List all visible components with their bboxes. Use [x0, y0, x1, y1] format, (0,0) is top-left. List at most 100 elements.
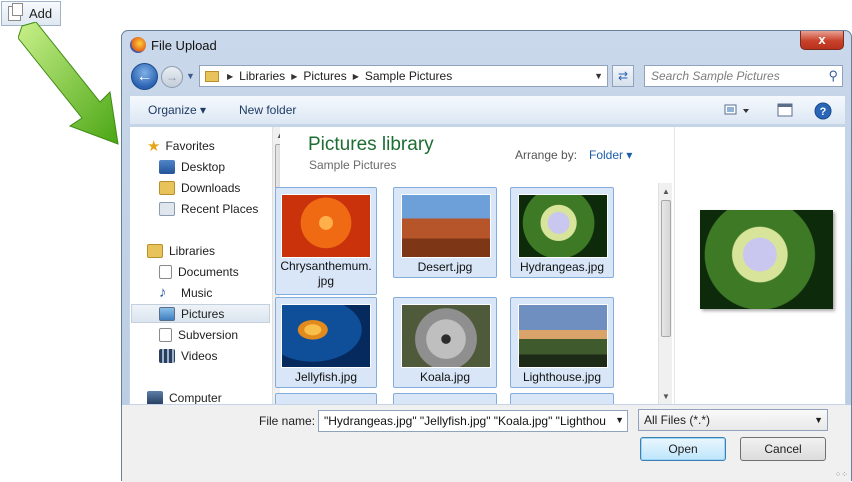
file-tile-partial[interactable]: [510, 393, 614, 404]
sidebar-label: Videos: [181, 348, 218, 363]
command-bar: Organize ▾ New folder ?: [129, 95, 846, 125]
breadcrumb-sample-pictures[interactable]: Sample Pictures: [365, 69, 452, 83]
add-file-icon: [8, 3, 23, 21]
file-type-dropdown-icon[interactable]: ▼: [814, 415, 823, 425]
preview-pane-icon[interactable]: [777, 102, 793, 121]
sidebar-label: Computer: [169, 390, 222, 405]
library-subtitle: Sample Pictures: [309, 158, 397, 172]
forward-button[interactable]: →: [161, 66, 183, 88]
chevron-right-icon[interactable]: ▶: [291, 72, 297, 81]
chevron-right-icon[interactable]: ▶: [353, 72, 359, 81]
subversion-icon: [159, 327, 172, 342]
hydrangeas-thumbnail: [518, 194, 608, 258]
search-icon[interactable]: ⚲: [828, 68, 838, 84]
videos-icon: [159, 348, 175, 363]
sidebar-item-computer[interactable]: Computer: [147, 388, 222, 405]
file-tile-partial[interactable]: [393, 393, 497, 404]
file-tile-lighthouse[interactable]: Lighthouse.jpg: [510, 297, 614, 388]
file-name-dropdown-icon[interactable]: ▼: [615, 415, 624, 425]
close-button[interactable]: x: [800, 31, 844, 50]
sidebar-item-favorites[interactable]: ★ Favorites: [147, 136, 215, 155]
sidebar-item-libraries[interactable]: Libraries: [147, 241, 215, 260]
browser-area: ★ Favorites Desktop Downloads Recent Pla…: [129, 126, 846, 405]
file-name-combobox[interactable]: ▼: [318, 410, 628, 432]
open-button[interactable]: Open: [640, 437, 726, 461]
file-upload-dialog: File Upload x ← → ▼ ▶ Libraries ▶ Pictur…: [121, 30, 852, 482]
sidebar-item-desktop[interactable]: Desktop: [159, 157, 225, 176]
sidebar-item-recent-places[interactable]: Recent Places: [159, 199, 258, 218]
address-bar[interactable]: ▶ Libraries ▶ Pictures ▶ Sample Pictures…: [199, 65, 608, 87]
file-name: Chrysanthemum. jpg: [280, 259, 372, 288]
file-name-label: File name:: [259, 414, 316, 428]
sidebar-item-pictures[interactable]: Pictures: [131, 304, 270, 323]
desert-thumbnail: [401, 194, 491, 258]
breadcrumb-libraries[interactable]: Libraries: [239, 69, 285, 83]
chevron-right-icon[interactable]: ▶: [227, 72, 233, 81]
chrysanthemum-thumbnail: [281, 194, 371, 258]
file-tile-chrysanthemum[interactable]: Chrysanthemum. jpg: [275, 187, 377, 295]
file-list: Pictures library Sample Pictures Arrange…: [275, 127, 660, 404]
firefox-icon: [130, 37, 146, 53]
file-tile-partial[interactable]: [275, 393, 377, 404]
title-bar: File Upload x: [122, 31, 851, 59]
file-name: Desert.jpg: [417, 260, 473, 274]
jellyfish-thumbnail: [281, 304, 371, 368]
file-name-bar: File name: ▼ All Files (*.*) ▼ Open Canc…: [122, 405, 851, 482]
refresh-button[interactable]: ⇄: [612, 65, 634, 87]
documents-icon: [159, 264, 172, 279]
pictures-icon: [159, 306, 175, 321]
scroll-down-icon[interactable]: ▼: [662, 392, 670, 401]
file-type-value: All Files (*.*): [644, 413, 711, 427]
breadcrumb-pictures[interactable]: Pictures: [303, 69, 346, 83]
navigation-bar: ← → ▼ ▶ Libraries ▶ Pictures ▶ Sample Pi…: [122, 61, 851, 91]
arrange-by-label: Arrange by:: [515, 148, 578, 162]
arrange-by-dropdown[interactable]: Folder ▾: [589, 148, 632, 162]
search-box[interactable]: ⚲: [644, 65, 843, 87]
folder-icon: [205, 70, 219, 82]
organize-button[interactable]: Organize ▾: [148, 103, 206, 117]
scroll-thumb[interactable]: [661, 200, 671, 337]
computer-icon: [147, 390, 163, 404]
pointer-arrow: [18, 22, 119, 145]
sidebar-item-downloads[interactable]: Downloads: [159, 178, 240, 197]
library-title: Pictures library: [308, 134, 434, 155]
sidebar-item-videos[interactable]: Videos: [159, 346, 217, 365]
file-name: Lighthouse.jpg: [522, 370, 602, 384]
sidebar-item-subversion[interactable]: Subversion: [159, 325, 238, 344]
dialog-title: File Upload: [151, 38, 217, 53]
file-tile-koala[interactable]: Koala.jpg: [393, 297, 497, 388]
sidebar-label: Desktop: [181, 159, 226, 174]
preview-image: [700, 210, 833, 309]
change-view-button[interactable]: [724, 102, 754, 121]
music-icon: ♪: [159, 284, 167, 301]
sidebar-label: Favorites: [165, 138, 215, 153]
file-name-input[interactable]: [322, 412, 612, 430]
koala-thumbnail: [401, 304, 491, 368]
add-button-label: Add: [29, 6, 53, 21]
arrange-by-value: Folder: [589, 148, 624, 162]
sidebar-item-documents[interactable]: Documents: [159, 262, 239, 281]
cancel-button[interactable]: Cancel: [740, 437, 826, 461]
file-tile-desert[interactable]: Desert.jpg: [393, 187, 497, 278]
file-type-select[interactable]: All Files (*.*) ▼: [638, 409, 828, 431]
file-tile-jellyfish[interactable]: Jellyfish.jpg: [275, 297, 377, 388]
recent-locations-dropdown-icon[interactable]: ▼: [186, 71, 195, 81]
desktop-icon: [159, 159, 175, 174]
sidebar-label: Subversion: [178, 327, 239, 342]
file-list-scrollbar[interactable]: ▲ ▼: [658, 183, 672, 404]
file-name: Hydrangeas.jpg: [519, 260, 605, 274]
file-tile-hydrangeas[interactable]: Hydrangeas.jpg: [510, 187, 614, 278]
back-button[interactable]: ←: [131, 63, 158, 90]
search-input[interactable]: [649, 67, 819, 85]
new-folder-button[interactable]: New folder: [239, 103, 296, 117]
lighthouse-thumbnail: [518, 304, 608, 368]
sidebar-item-music[interactable]: ♪ Music: [159, 283, 212, 302]
sidebar-label: Music: [181, 285, 213, 300]
sidebar-label: Libraries: [169, 243, 216, 258]
preview-pane: [674, 127, 845, 404]
resize-grip-icon[interactable]: ⁘⁘: [835, 470, 848, 479]
sidebar-label: Recent Places: [181, 201, 259, 216]
help-icon[interactable]: ?: [814, 102, 832, 123]
address-dropdown-icon[interactable]: ▼: [594, 71, 603, 81]
scroll-up-icon[interactable]: ▲: [662, 187, 670, 196]
